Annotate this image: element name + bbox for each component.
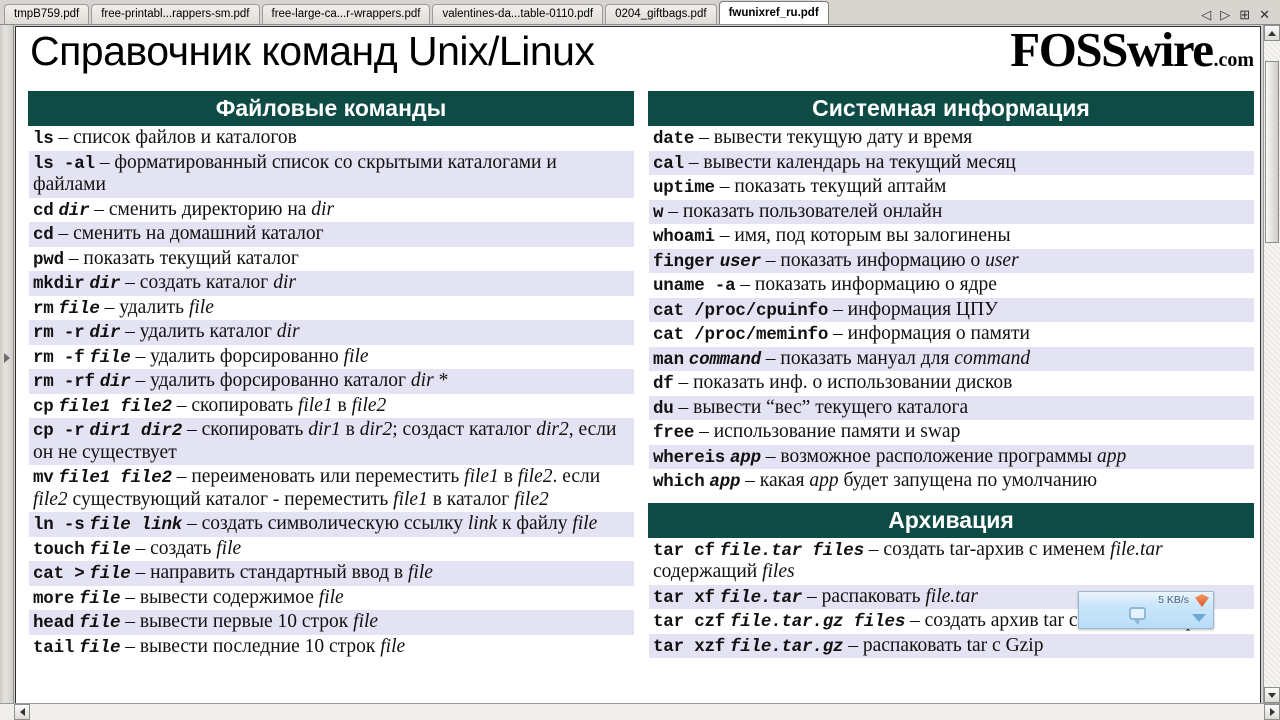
page-title: Справочник команд Unix/Linux — [30, 28, 595, 74]
cheatsheet-columns: Файловые команды ls – список файлов и кат… — [16, 91, 1260, 719]
command-row: cd – сменить на домашний каталог — [29, 222, 634, 247]
command-row: uname -a – показать информацию о ядре — [649, 273, 1254, 298]
expand-sidebar-icon[interactable] — [4, 353, 10, 363]
command-row: cp file1 file2 – скопировать file1 в fil… — [29, 393, 634, 419]
command-row: head file – вывести первые 10 строк file — [29, 610, 634, 635]
section-file-commands: Файловые команды ls – список файлов и кат… — [28, 91, 634, 660]
command-row: rm -r dir – удалить каталог dir — [29, 320, 634, 345]
command-row: which app – какая app будет запущена по … — [649, 469, 1254, 494]
logo-wordmark: FOSSwire — [1010, 26, 1214, 77]
caret-up-icon — [1268, 30, 1276, 36]
command-row: ls -al – форматированный список со скрыт… — [29, 150, 634, 198]
command-row: man command – показать мануал для comman… — [649, 346, 1254, 372]
tab-1[interactable]: free-printabl...rappers-sm.pdf — [91, 4, 260, 24]
section-archiving: Архивация tar cf file.tar files – создать… — [648, 502, 1254, 659]
sidebar-panel-strip[interactable] — [0, 25, 14, 720]
fosswire-logo: FOSSwire .com — [1010, 26, 1254, 77]
command-row: more file – вывести содержимое file — [29, 585, 634, 611]
tab-2[interactable]: free-large-ca...r-wrappers.pdf — [261, 4, 431, 24]
close-tab-icon[interactable]: ✕ — [1259, 8, 1270, 21]
command-row: cal – вывести календарь на текущий месяц — [649, 150, 1254, 176]
command-row: uptime – показать текущий аптайм — [649, 175, 1254, 200]
command-row: tail file – вывести последние 10 строк f… — [29, 634, 634, 660]
scroll-down-button[interactable] — [1264, 687, 1280, 703]
command-row: mv file1 file2 – переименовать или перем… — [29, 465, 634, 513]
speech-bubble-icon[interactable] — [1129, 607, 1146, 625]
next-tab-icon[interactable]: ▷ — [1220, 8, 1230, 21]
command-row: whoami – имя, под которым вы залогинены — [649, 224, 1254, 249]
command-row: tar xzf file.tar.gz – распаковать tar с … — [649, 633, 1254, 659]
logo-tld: .com — [1213, 49, 1254, 71]
section-system-information: Системная информация date – вывести текущ… — [648, 91, 1254, 494]
horizontal-scrollbar[interactable] — [0, 703, 1280, 720]
command-row: mkdir dir – создать каталог dir — [29, 271, 634, 296]
command-row: ln -s file link – создать символическую … — [29, 512, 634, 537]
scroll-right-button[interactable] — [1264, 704, 1280, 720]
scroll-left-button[interactable] — [14, 704, 30, 720]
command-row: rm file – удалить file — [29, 295, 634, 321]
prev-tab-icon[interactable]: ◁ — [1201, 8, 1211, 21]
command-row: cp -r dir1 dir2 – скопировать dir1 в dir… — [29, 418, 634, 466]
section-title-system-information: Системная информация — [648, 91, 1254, 127]
shield-icon[interactable] — [1195, 594, 1209, 607]
command-row: du – вывести “вес” текущего каталога — [649, 395, 1254, 421]
command-row: cat /proc/meminfo – информация о памяти — [649, 322, 1254, 347]
tab-strip: tmpB759.pdf free-printabl...rappers-sm.pd… — [0, 0, 1201, 24]
tile-windows-icon[interactable]: ⊞ — [1239, 8, 1250, 21]
browser-tab-bar: tmpB759.pdf free-printabl...rappers-sm.pd… — [0, 0, 1280, 25]
vertical-scrollbar-thumb[interactable] — [1265, 61, 1279, 243]
command-row: cat > file – направить стандартный ввод … — [29, 561, 634, 586]
document-header: Справочник команд Unix/Linux FOSSwire .c… — [16, 27, 1260, 91]
command-row: cat /proc/cpuinfo – информация ЦПУ — [649, 297, 1254, 323]
command-row: rm -f file – удалить форсированно file — [29, 344, 634, 370]
tab-bar-controls: ◁ ▷ ⊞ ✕ — [1201, 8, 1280, 24]
scroll-up-button[interactable] — [1264, 25, 1280, 41]
caret-right-icon — [1269, 708, 1275, 716]
caret-down-icon — [1268, 692, 1276, 698]
vertical-scrollbar[interactable] — [1263, 25, 1280, 703]
tab-3[interactable]: valentines-da...table-0110.pdf — [432, 4, 604, 24]
command-row: pwd – показать текущий каталог — [29, 246, 634, 272]
chevron-down-icon[interactable] — [1192, 614, 1206, 622]
command-row: ls – список файлов и каталогов — [29, 126, 634, 151]
command-row: rm -rf dir – удалить форсированно катало… — [29, 369, 634, 394]
tab-5[interactable]: fwunixref_ru.pdf — [718, 1, 829, 24]
command-row: tar cf file.tar files – создать tar-архи… — [649, 537, 1254, 585]
download-speed-widget[interactable]: 5 KB/s — [1078, 591, 1214, 629]
command-row: touch file – создать file — [29, 536, 634, 562]
command-row: date – вывести текущую дату и время — [649, 126, 1254, 151]
tab-0[interactable]: tmpB759.pdf — [4, 4, 90, 24]
pdf-page: Справочник команд Unix/Linux FOSSwire .c… — [15, 26, 1261, 720]
command-row: finger user – показать информацию о user — [649, 248, 1254, 274]
command-row: free – использование памяти и swap — [649, 420, 1254, 445]
left-column: Файловые команды ls – список файлов и кат… — [28, 91, 634, 719]
section-title-file-commands: Файловые команды — [28, 91, 634, 127]
section-title-archiving: Архивация — [648, 502, 1254, 538]
download-speed-label: 5 KB/s — [1158, 594, 1189, 606]
vertical-scrollbar-track[interactable] — [1264, 41, 1280, 687]
command-row: df – показать инф. о использовании диско… — [649, 371, 1254, 396]
command-row: w – показать пользователей онлайн — [649, 199, 1254, 225]
tab-4[interactable]: 0204_giftbags.pdf — [605, 4, 717, 24]
command-list-system-information: date – вывести текущую дату и время cal –… — [648, 126, 1254, 494]
command-row: cd dir – сменить директорию на dir — [29, 197, 634, 223]
command-list-file-commands: ls – список файлов и каталогов ls -al – ф… — [28, 126, 634, 660]
command-row: whereis app – возможное расположение про… — [649, 444, 1254, 470]
caret-left-icon — [19, 708, 25, 716]
